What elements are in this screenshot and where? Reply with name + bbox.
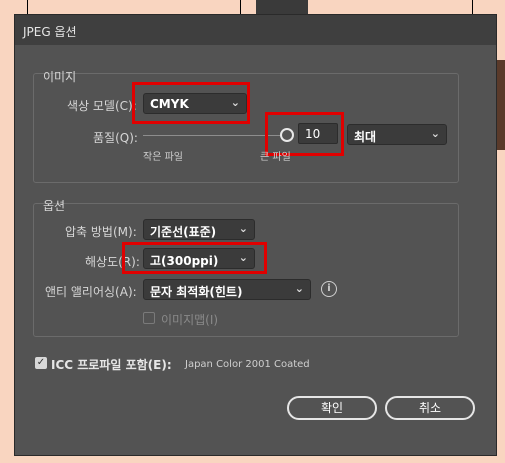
compression-label: 압축 방법(M):: [65, 225, 137, 239]
icc-label: ICC 프로파일 포함(E):: [51, 358, 172, 372]
quality-slider-track[interactable]: [143, 135, 281, 136]
icc-profile-name: Japan Color 2001 Coated: [185, 359, 310, 370]
compression-value: 기준선(표준): [150, 225, 217, 239]
chevron-down-icon: ⌄: [430, 127, 440, 140]
quality-preset-select[interactable]: 최대 ⌄: [347, 124, 447, 145]
artwork-line: [27, 0, 28, 14]
info-icon[interactable]: i: [321, 281, 337, 297]
color-model-label: 색상 모델(C):: [67, 99, 137, 113]
quality-preset-value: 최대: [354, 130, 377, 144]
imagemap-label: 이미지맵(I): [161, 313, 219, 327]
antialias-value: 문자 최적화(힌트): [150, 285, 243, 299]
artwork-line: [240, 0, 241, 14]
large-file-label: 큰 파일: [260, 152, 291, 163]
imagemap-checkbox[interactable]: [143, 312, 155, 324]
artwork-shape: [256, 0, 308, 14]
compression-select[interactable]: 기준선(표준) ⌄: [143, 219, 255, 240]
artwork-shape: [497, 60, 505, 150]
image-group-title: 이미지: [43, 70, 77, 84]
artwork-line: [472, 0, 473, 14]
highlight-box: [132, 82, 250, 124]
small-file-label: 작은 파일: [143, 152, 183, 163]
antialias-select[interactable]: 문자 최적화(힌트) ⌄: [143, 279, 311, 300]
dialog-titlebar: JPEG 옵션: [15, 15, 496, 45]
highlight-box: [122, 242, 267, 274]
jpeg-options-dialog: JPEG 옵션 이미지 색상 모델(C): CMYK ⌄ 품질(Q): 10 최…: [14, 14, 497, 456]
dialog-title: JPEG 옵션: [23, 25, 77, 39]
quality-label: 품질(Q):: [93, 131, 138, 145]
icc-checkbox[interactable]: ✓: [35, 357, 47, 369]
chevron-down-icon: ⌄: [294, 282, 304, 295]
ok-button[interactable]: 확인: [287, 396, 377, 420]
cancel-button[interactable]: 취소: [385, 396, 475, 420]
options-group-title: 옵션: [43, 199, 66, 213]
chevron-down-icon: ⌄: [238, 222, 248, 235]
antialias-label: 앤티 앨리어싱(A):: [45, 285, 137, 299]
